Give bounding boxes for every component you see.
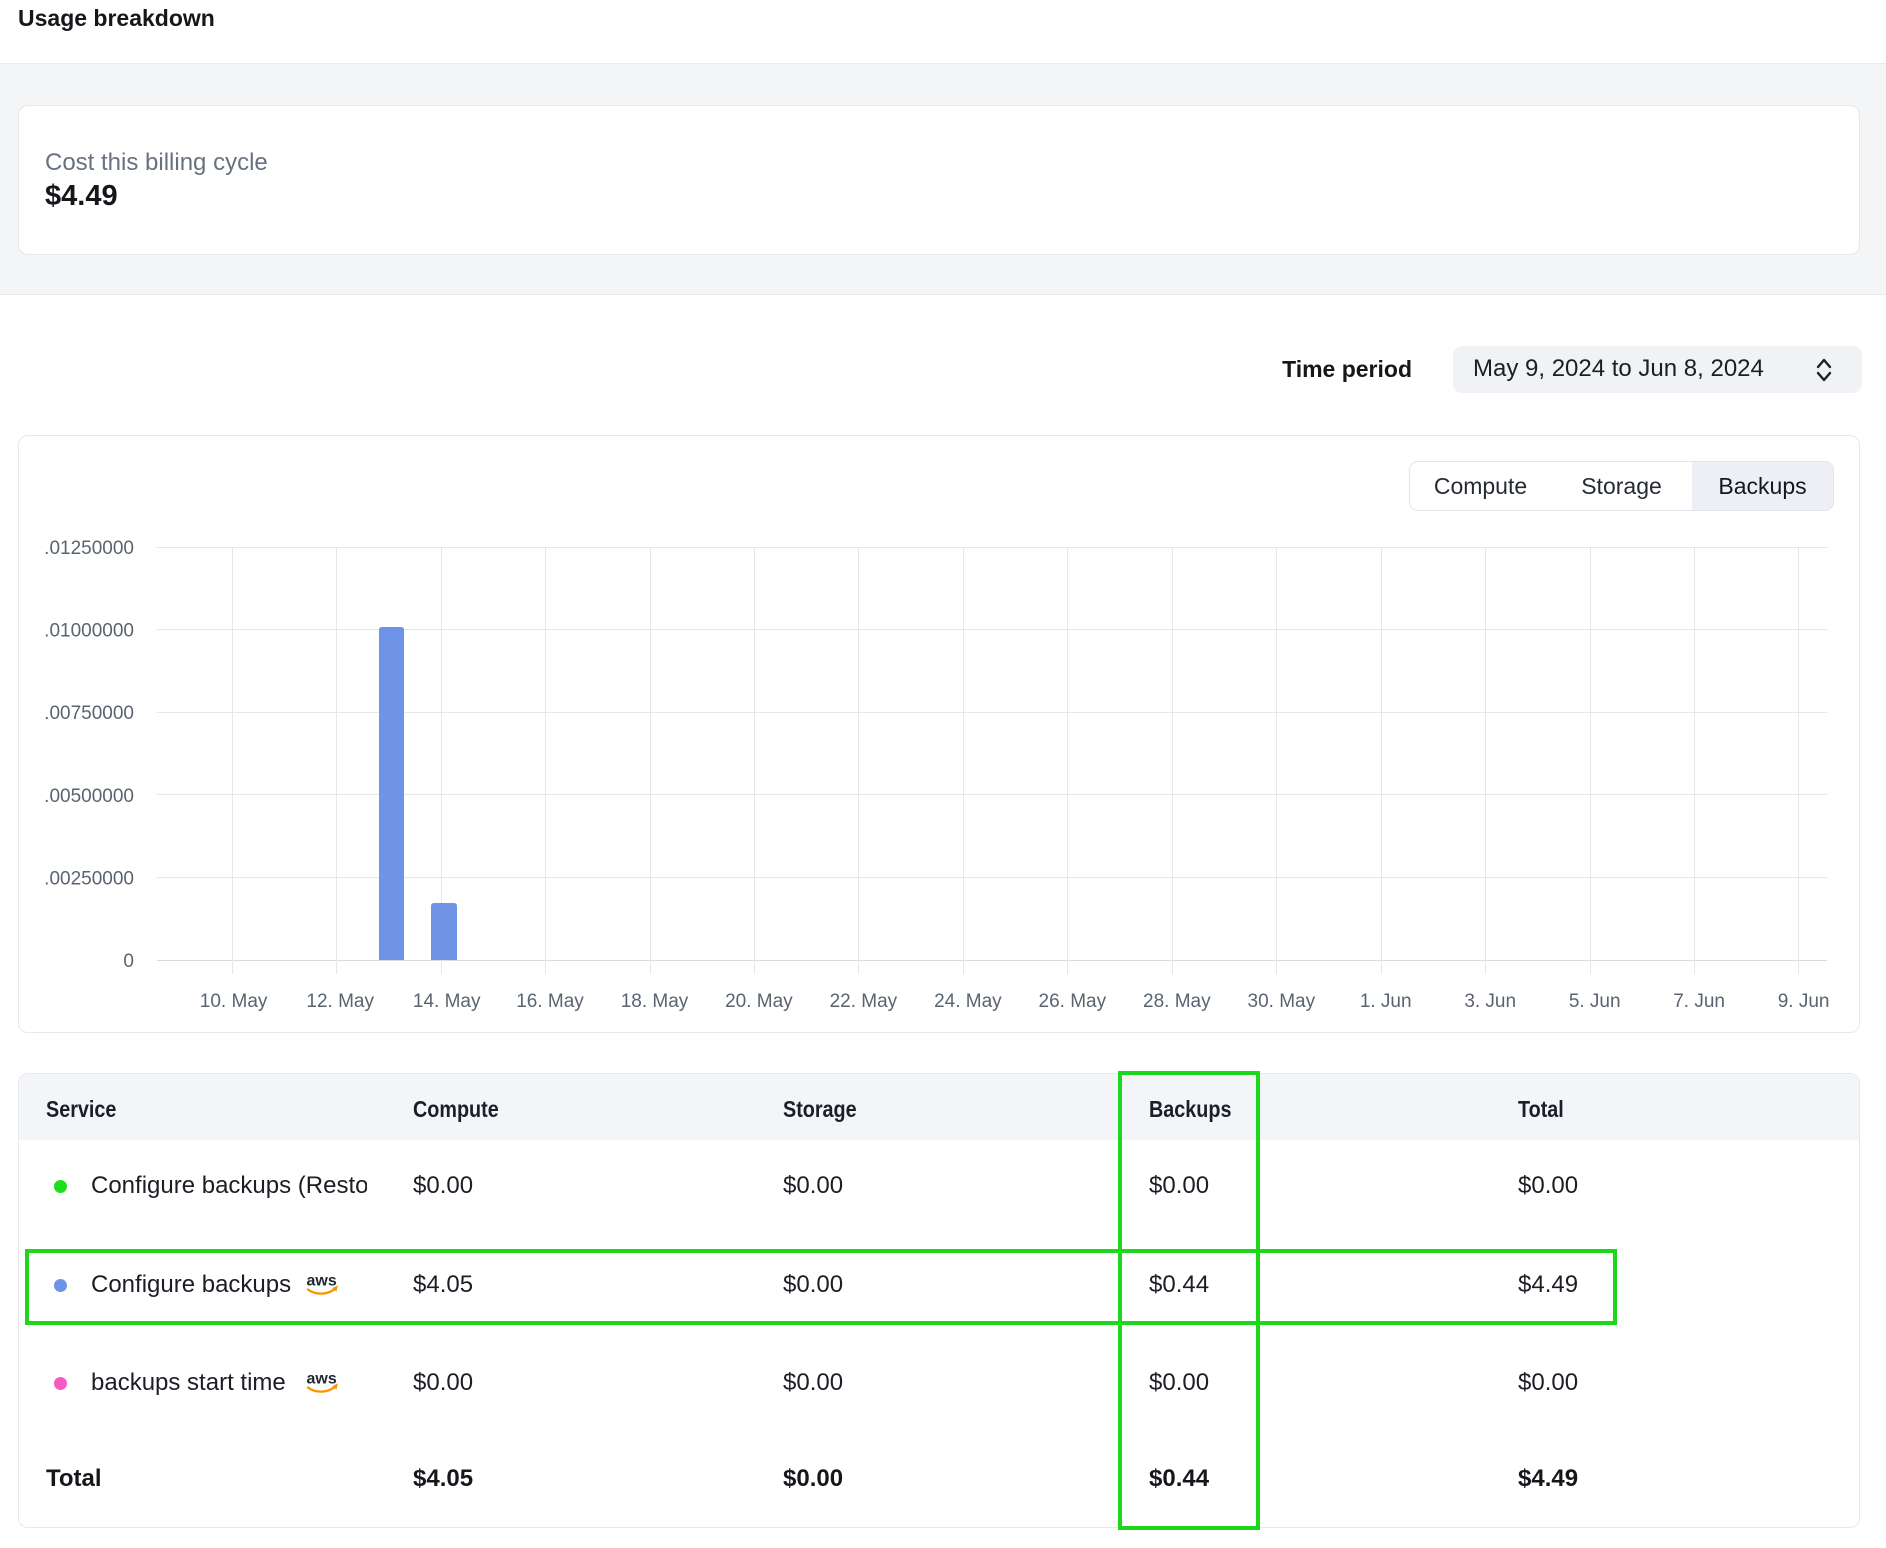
- svg-text:7. Jun: 7. Jun: [1673, 991, 1725, 1012]
- svg-text:1. Jun: 1. Jun: [1360, 991, 1412, 1012]
- svg-text:28. May: 28. May: [1143, 991, 1211, 1012]
- svg-text:9. Jun: 9. Jun: [1778, 991, 1830, 1012]
- svg-text:5. Jun: 5. Jun: [1569, 991, 1621, 1012]
- svg-text:3. Jun: 3. Jun: [1464, 991, 1516, 1012]
- svg-text:0: 0: [123, 951, 134, 972]
- svg-text:.00250000: .00250000: [44, 868, 134, 889]
- svg-text:18. May: 18. May: [621, 991, 689, 1012]
- svg-text:.00750000: .00750000: [44, 703, 134, 724]
- svg-text:24. May: 24. May: [934, 991, 1002, 1012]
- svg-text:10. May: 10. May: [200, 991, 268, 1012]
- svg-text:.01000000: .01000000: [44, 621, 134, 642]
- svg-text:14. May: 14. May: [413, 991, 481, 1012]
- svg-text:26. May: 26. May: [1039, 991, 1107, 1012]
- svg-text:20. May: 20. May: [725, 991, 793, 1012]
- svg-text:12. May: 12. May: [306, 991, 374, 1012]
- svg-text:30. May: 30. May: [1248, 991, 1316, 1012]
- svg-text:22. May: 22. May: [830, 991, 898, 1012]
- svg-text:16. May: 16. May: [516, 991, 584, 1012]
- svg-text:.01250000: .01250000: [44, 538, 134, 559]
- svg-text:.00500000: .00500000: [44, 786, 134, 807]
- svg-text:aws: aws: [307, 1371, 337, 1388]
